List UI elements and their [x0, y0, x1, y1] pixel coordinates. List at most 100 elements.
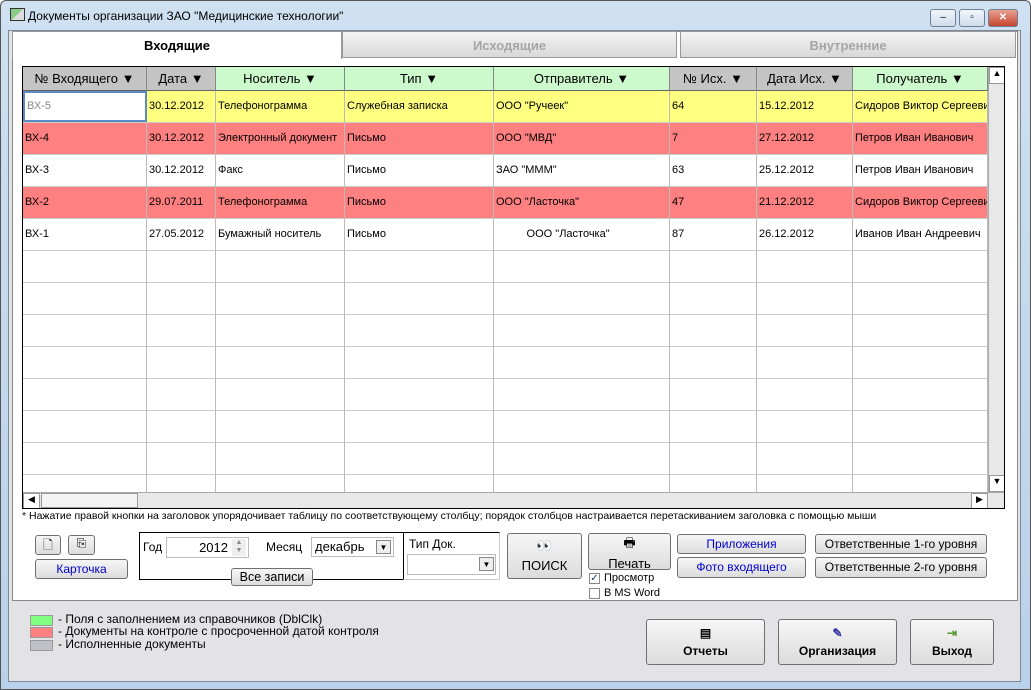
minimize-button[interactable]: – — [930, 9, 956, 27]
card-button[interactable]: Карточка — [35, 559, 128, 579]
table-cell[interactable]: ВХ-5 — [23, 91, 147, 122]
tab-outgoing[interactable]: Исходящие — [342, 31, 677, 58]
table-cell[interactable] — [216, 283, 345, 315]
table-cell[interactable] — [494, 251, 670, 283]
table-cell[interactable]: 30.12.2012 — [147, 155, 216, 187]
table-cell[interactable]: Письмо — [345, 123, 494, 155]
table-cell[interactable]: 64 — [670, 91, 757, 123]
table-cell[interactable]: ВХ-4 — [23, 123, 147, 155]
empty-row[interactable] — [23, 347, 988, 379]
table-cell[interactable] — [494, 411, 670, 443]
table-cell[interactable] — [23, 379, 147, 411]
new-document-button[interactable]: 🗋 — [35, 535, 61, 555]
table-cell[interactable]: 27.12.2012 — [757, 123, 853, 155]
table-cell[interactable] — [147, 315, 216, 347]
scroll-up-icon[interactable]: ▲ — [989, 67, 1004, 84]
table-cell[interactable] — [853, 347, 988, 379]
table-cell[interactable] — [757, 411, 853, 443]
table-cell[interactable]: ВХ-1 — [23, 219, 147, 251]
column-header[interactable]: Дата Исх. ▼ — [757, 67, 853, 91]
print-button[interactable]: 🖶 Печать — [588, 533, 671, 571]
table-cell[interactable] — [147, 347, 216, 379]
table-cell[interactable] — [23, 347, 147, 379]
table-cell[interactable]: 25.12.2012 — [757, 155, 853, 187]
scroll-right-icon[interactable]: ▶ — [971, 493, 988, 508]
photo-button[interactable]: Фото входящего — [677, 557, 806, 578]
table-cell[interactable]: ВХ-2 — [23, 187, 147, 219]
table-cell[interactable] — [853, 411, 988, 443]
spinner-arrows-icon[interactable]: ▲ ▼ — [232, 539, 246, 556]
reports-button[interactable]: ▤ Отчеты — [646, 619, 765, 665]
empty-row[interactable] — [23, 283, 988, 315]
table-cell[interactable]: Письмо — [345, 155, 494, 187]
table-cell[interactable] — [853, 443, 988, 475]
scroll-left-icon[interactable]: ◀ — [23, 493, 40, 508]
table-cell[interactable] — [216, 347, 345, 379]
vertical-scrollbar[interactable]: ▲ ▼ — [988, 67, 1004, 492]
table-cell[interactable] — [216, 443, 345, 475]
table-cell[interactable]: 7 — [670, 123, 757, 155]
column-header[interactable]: Отправитель ▼ — [494, 67, 670, 91]
table-row[interactable]: ВХ-2 29.07.2011 Телефонограмма Письмо ООО "Л… — [23, 187, 988, 219]
chevron-down-icon[interactable]: ▼ — [376, 540, 391, 554]
table-cell[interactable] — [853, 283, 988, 315]
table-cell[interactable] — [757, 251, 853, 283]
table-cell[interactable]: ВХ-3 — [23, 155, 147, 187]
empty-row[interactable] — [23, 379, 988, 411]
table-cell[interactable]: Сидоров Виктор Сергеевич — [853, 91, 988, 123]
tab-internal[interactable]: Внутренние — [680, 31, 1016, 58]
column-header[interactable]: № Входящего ▼ — [23, 67, 147, 91]
table-cell[interactable]: 87 — [670, 219, 757, 251]
table-cell[interactable] — [670, 347, 757, 379]
table-cell[interactable]: Факс — [216, 155, 345, 187]
attachments-button[interactable]: Приложения — [677, 534, 806, 554]
table-cell[interactable] — [670, 411, 757, 443]
organization-button[interactable]: ✎ Организация — [778, 619, 897, 665]
table-cell[interactable] — [345, 347, 494, 379]
column-header[interactable]: Носитель ▼ — [216, 67, 345, 91]
table-cell[interactable] — [147, 411, 216, 443]
table-cell[interactable] — [216, 251, 345, 283]
table-row[interactable]: ВХ-4 30.12.2012 Электронный документ Письмо… — [23, 123, 988, 155]
table-cell[interactable]: Телефонограмма — [216, 187, 345, 219]
table-cell[interactable] — [757, 443, 853, 475]
column-header[interactable]: Получатель ▼ — [853, 67, 988, 91]
table-cell[interactable] — [147, 443, 216, 475]
empty-row[interactable] — [23, 411, 988, 443]
table-cell[interactable]: Иванов Иван Андреевич — [853, 219, 988, 251]
table-cell[interactable] — [23, 283, 147, 315]
table-cell[interactable] — [345, 283, 494, 315]
table-cell[interactable] — [345, 251, 494, 283]
table-cell[interactable]: Служебная записка — [345, 91, 494, 123]
table-cell[interactable]: 21.12.2012 — [757, 187, 853, 219]
table-cell[interactable]: Электронный документ — [216, 123, 345, 155]
table-cell[interactable] — [23, 443, 147, 475]
close-button[interactable]: ✕ — [988, 9, 1018, 27]
preview-checkbox[interactable]: ✓ — [589, 573, 600, 584]
table-cell[interactable] — [757, 347, 853, 379]
responsible-level2-button[interactable]: Ответственные 2-го уровня — [815, 557, 987, 578]
maximize-button[interactable]: ▫ — [959, 9, 985, 27]
table-cell[interactable]: 30.12.2012 — [147, 91, 216, 123]
table-cell[interactable] — [23, 411, 147, 443]
table-cell[interactable]: Письмо — [345, 219, 494, 251]
table-cell[interactable] — [494, 347, 670, 379]
table-cell[interactable]: ООО "МВД" — [494, 123, 670, 155]
horizontal-scrollbar[interactable]: ◀ ▶ — [23, 492, 1004, 508]
chevron-down-icon[interactable]: ▼ — [479, 557, 494, 571]
table-row[interactable]: ВХ-3 30.12.2012 Факс Письмо ЗАО "МММ" 63 25.12… — [23, 155, 988, 187]
table-cell[interactable] — [853, 251, 988, 283]
table-cell[interactable] — [670, 379, 757, 411]
table-cell[interactable]: 47 — [670, 187, 757, 219]
table-cell[interactable] — [757, 315, 853, 347]
table-cell[interactable] — [670, 283, 757, 315]
table-cell[interactable] — [216, 411, 345, 443]
table-cell[interactable] — [670, 443, 757, 475]
empty-row[interactable] — [23, 443, 988, 475]
table-cell[interactable] — [494, 379, 670, 411]
table-cell[interactable] — [670, 251, 757, 283]
table-cell[interactable]: Письмо — [345, 187, 494, 219]
table-cell[interactable]: 29.07.2011 — [147, 187, 216, 219]
table-cell[interactable] — [853, 379, 988, 411]
copy-document-button[interactable]: ⎘ — [68, 535, 95, 555]
